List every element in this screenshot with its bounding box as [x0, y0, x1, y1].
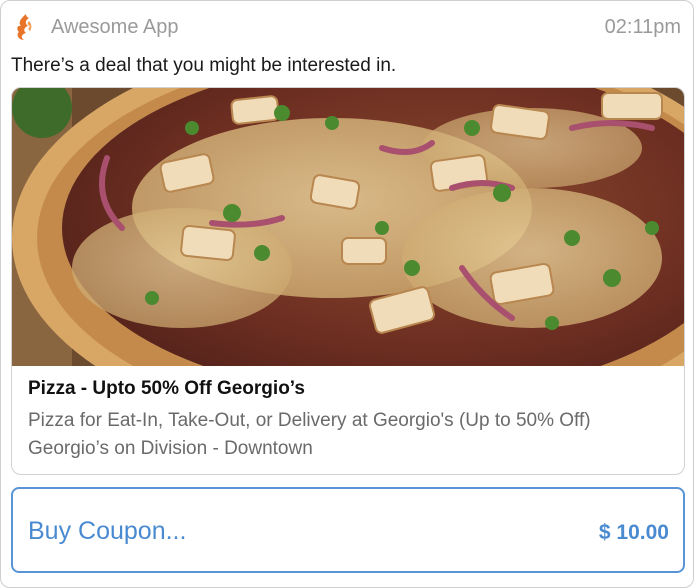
buy-coupon-button[interactable]: Buy Coupon... $ 10.00	[11, 487, 685, 573]
notification-time: 02:11pm	[604, 16, 681, 38]
deal-description: Pizza for Eat-In, Take-Out, or Delivery …	[28, 410, 591, 431]
coupon-price: $ 10.00	[598, 521, 669, 544]
deal-card[interactable]: Pizza - Upto 50% Off Georgio’s Pizza for…	[11, 87, 685, 475]
deal-title: Pizza - Upto 50% Off Georgio’s	[28, 378, 305, 399]
notification-message: There’s a deal that you might be interes…	[11, 55, 397, 76]
buy-coupon-label: Buy Coupon...	[28, 517, 187, 545]
app-name: Awesome App	[51, 16, 179, 38]
notification-header: Awesome App 02:11pm	[1, 1, 693, 53]
flame-icon	[17, 14, 32, 40]
deal-location: Georgio’s on Division - Downtown	[28, 438, 313, 459]
notification-card[interactable]: Awesome App 02:11pm There’s a deal that …	[0, 0, 694, 588]
pizza-image	[12, 88, 684, 366]
